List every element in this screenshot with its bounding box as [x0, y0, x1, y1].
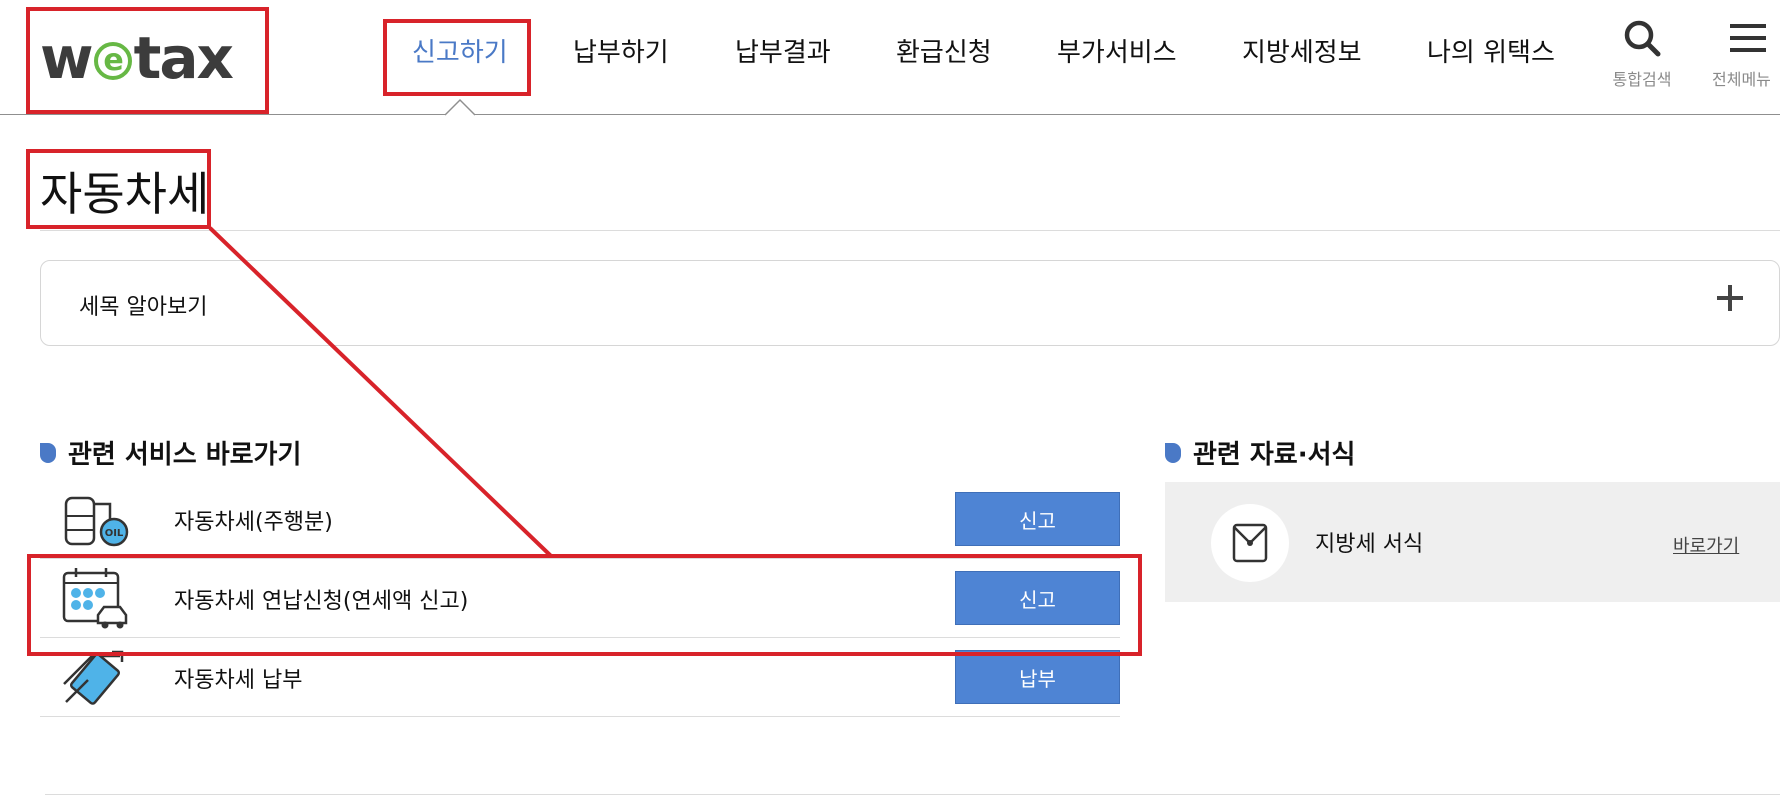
report-button[interactable]: 신고 — [955, 492, 1120, 546]
nav-item-local-tax-info[interactable]: 지방세정보 — [1242, 32, 1362, 69]
pay-button[interactable]: 납부 — [955, 650, 1120, 704]
search-label: 통합검색 — [1612, 70, 1672, 89]
search-tool[interactable]: 통합검색 — [1608, 18, 1676, 90]
nav-item-payment-result[interactable]: 납부결과 — [735, 32, 831, 69]
document-icon-circle — [1211, 504, 1289, 582]
annotation-box-title — [26, 149, 211, 229]
plus-icon[interactable] — [1715, 283, 1745, 313]
annotation-box-nav-report — [383, 19, 531, 96]
go-to-link[interactable]: 바로가기 — [1673, 532, 1739, 558]
all-menu-label: 전체메뉴 — [1712, 70, 1771, 89]
nav-item-refund[interactable]: 환급신청 — [896, 32, 992, 69]
all-menu-tool[interactable]: 전체메뉴 — [1712, 18, 1780, 90]
service-label: 자동차세(주행분) — [174, 510, 333, 535]
accordion-label: 세목 알아보기 — [79, 295, 208, 320]
tax-info-accordion[interactable]: 세목 알아보기 — [40, 260, 1780, 346]
document-panel: 지방세 서식 바로가기 — [1165, 482, 1780, 602]
active-nav-caret-icon — [445, 98, 475, 116]
related-documents-title: 관련 자료·서식 — [1193, 440, 1356, 470]
annotation-box-annual-payment — [27, 554, 1142, 656]
service-label: 자동차세 납부 — [174, 668, 303, 693]
related-documents-heading: 관련 자료·서식 — [1165, 434, 1355, 471]
oil-tank-icon: OIL — [64, 496, 129, 547]
title-divider — [40, 230, 1780, 231]
service-row-mileage-tax: OIL 자동차세(주행분) 신고 — [40, 480, 1120, 559]
nav-item-additional-services[interactable]: 부가서비스 — [1057, 32, 1177, 69]
document-label: 지방세 서식 — [1315, 532, 1424, 557]
search-icon — [1624, 20, 1661, 57]
hamburger-menu-icon — [1730, 24, 1766, 52]
svg-text:OIL: OIL — [105, 528, 124, 539]
bullet-icon — [1165, 442, 1181, 463]
nav-item-my-wetax[interactable]: 나의 위택스 — [1427, 32, 1555, 69]
nav-item-payment[interactable]: 납부하기 — [573, 32, 669, 69]
envelope-icon — [1232, 523, 1268, 563]
bullet-icon — [40, 442, 56, 463]
bottom-divider — [45, 794, 1780, 795]
annotation-box-logo — [26, 7, 269, 114]
related-services-title: 관련 서비스 바로가기 — [68, 440, 302, 470]
related-services-heading: 관련 서비스 바로가기 — [40, 434, 301, 471]
